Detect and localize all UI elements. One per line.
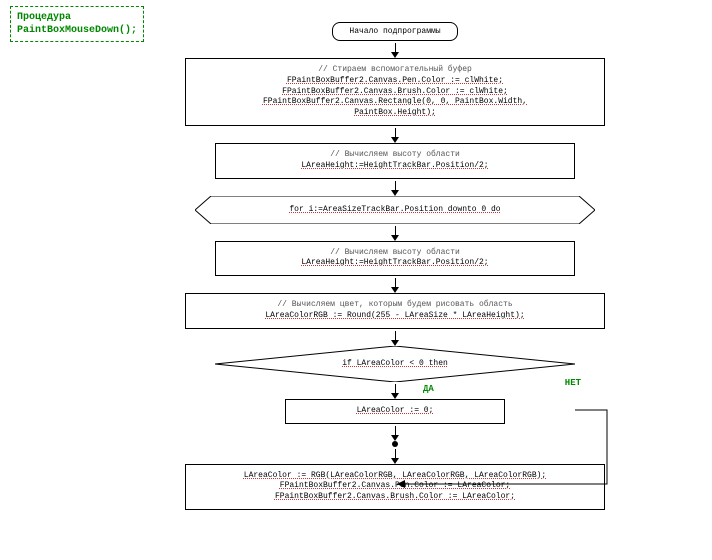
- arrow-icon: [391, 331, 399, 346]
- process-calc-height-1: // Вычисляем высоту области LAreaHeight:…: [215, 143, 575, 179]
- code-line: LAreaColorRGB := Round(255 - LAreaSize *…: [265, 311, 524, 320]
- decision-text: if LAreaColor < 0 then: [342, 359, 448, 368]
- arrow-icon: [391, 384, 399, 399]
- merge-node: [392, 441, 398, 447]
- process-calc-color: // Вычисляем цвет, которым будем рисоват…: [185, 293, 605, 329]
- process-rgb: LAreaColor := RGB(LAreaColorRGB, LAreaCo…: [185, 464, 605, 510]
- loop-header: for i:=AreaSizeTrackBar.Position downto …: [195, 196, 595, 224]
- process-calc-height-2: // Вычисляем высоту области LAreaHeight:…: [215, 241, 575, 277]
- procedure-label-line2: PaintBoxMouseDown();: [17, 25, 137, 36]
- decision-if-color: if LAreaColor < 0 then НЕТ: [215, 346, 575, 382]
- branch-no-label: НЕТ: [565, 378, 581, 388]
- comment: // Вычисляем высоту области: [330, 248, 460, 257]
- branch-yes-label: ДА: [423, 384, 434, 394]
- flowchart: Начало подпрограммы // Стираем вспомогат…: [175, 22, 615, 510]
- code-line: FPaintBoxBuffer2.Canvas.Pen.Color := clW…: [287, 76, 503, 85]
- code-line: FPaintBoxBuffer2.Canvas.Brush.Color := c…: [282, 87, 508, 96]
- code-line: LAreaHeight:=HeightTrackBar.Position/2;: [301, 258, 488, 267]
- arrow-icon: [391, 226, 399, 241]
- terminator-start: Начало подпрограммы: [332, 22, 457, 41]
- code-line: FPaintBoxBuffer2.Canvas.Brush.Color := L…: [275, 492, 515, 501]
- code-line: FPaintBoxBuffer2.Canvas.Pen.Color := LAr…: [280, 481, 510, 490]
- arrow-icon: [391, 278, 399, 293]
- comment: // Стираем вспомогательный буфер: [318, 65, 472, 74]
- code-line: LAreaColor := RGB(LAreaColorRGB, LAreaCo…: [244, 471, 546, 480]
- comment: // Вычисляем высоту области: [330, 150, 460, 159]
- procedure-label: Процедура PaintBoxMouseDown();: [10, 6, 144, 42]
- procedure-label-line1: Процедура: [17, 12, 71, 23]
- start-text: Начало подпрограммы: [349, 27, 440, 36]
- code-line: LAreaHeight:=HeightTrackBar.Position/2;: [301, 161, 488, 170]
- loop-text: for i:=AreaSizeTrackBar.Position downto …: [289, 205, 500, 214]
- arrow-icon: [391, 426, 399, 441]
- comment: // Вычисляем цвет, которым будем рисоват…: [277, 300, 512, 309]
- arrow-icon: [391, 128, 399, 143]
- process-set-zero: LAreaColor := 0;: [285, 399, 505, 424]
- arrow-icon: [391, 181, 399, 196]
- code-line: FPaintBoxBuffer2.Canvas.Rectangle(0, 0, …: [263, 97, 527, 106]
- arrow-icon: [391, 449, 399, 464]
- arrow-icon: [391, 43, 399, 58]
- code-line: PaintBox.Height);: [354, 108, 436, 117]
- code-line: LAreaColor := 0;: [357, 406, 434, 415]
- process-clear-buffer: // Стираем вспомогательный буфер FPaintB…: [185, 58, 605, 126]
